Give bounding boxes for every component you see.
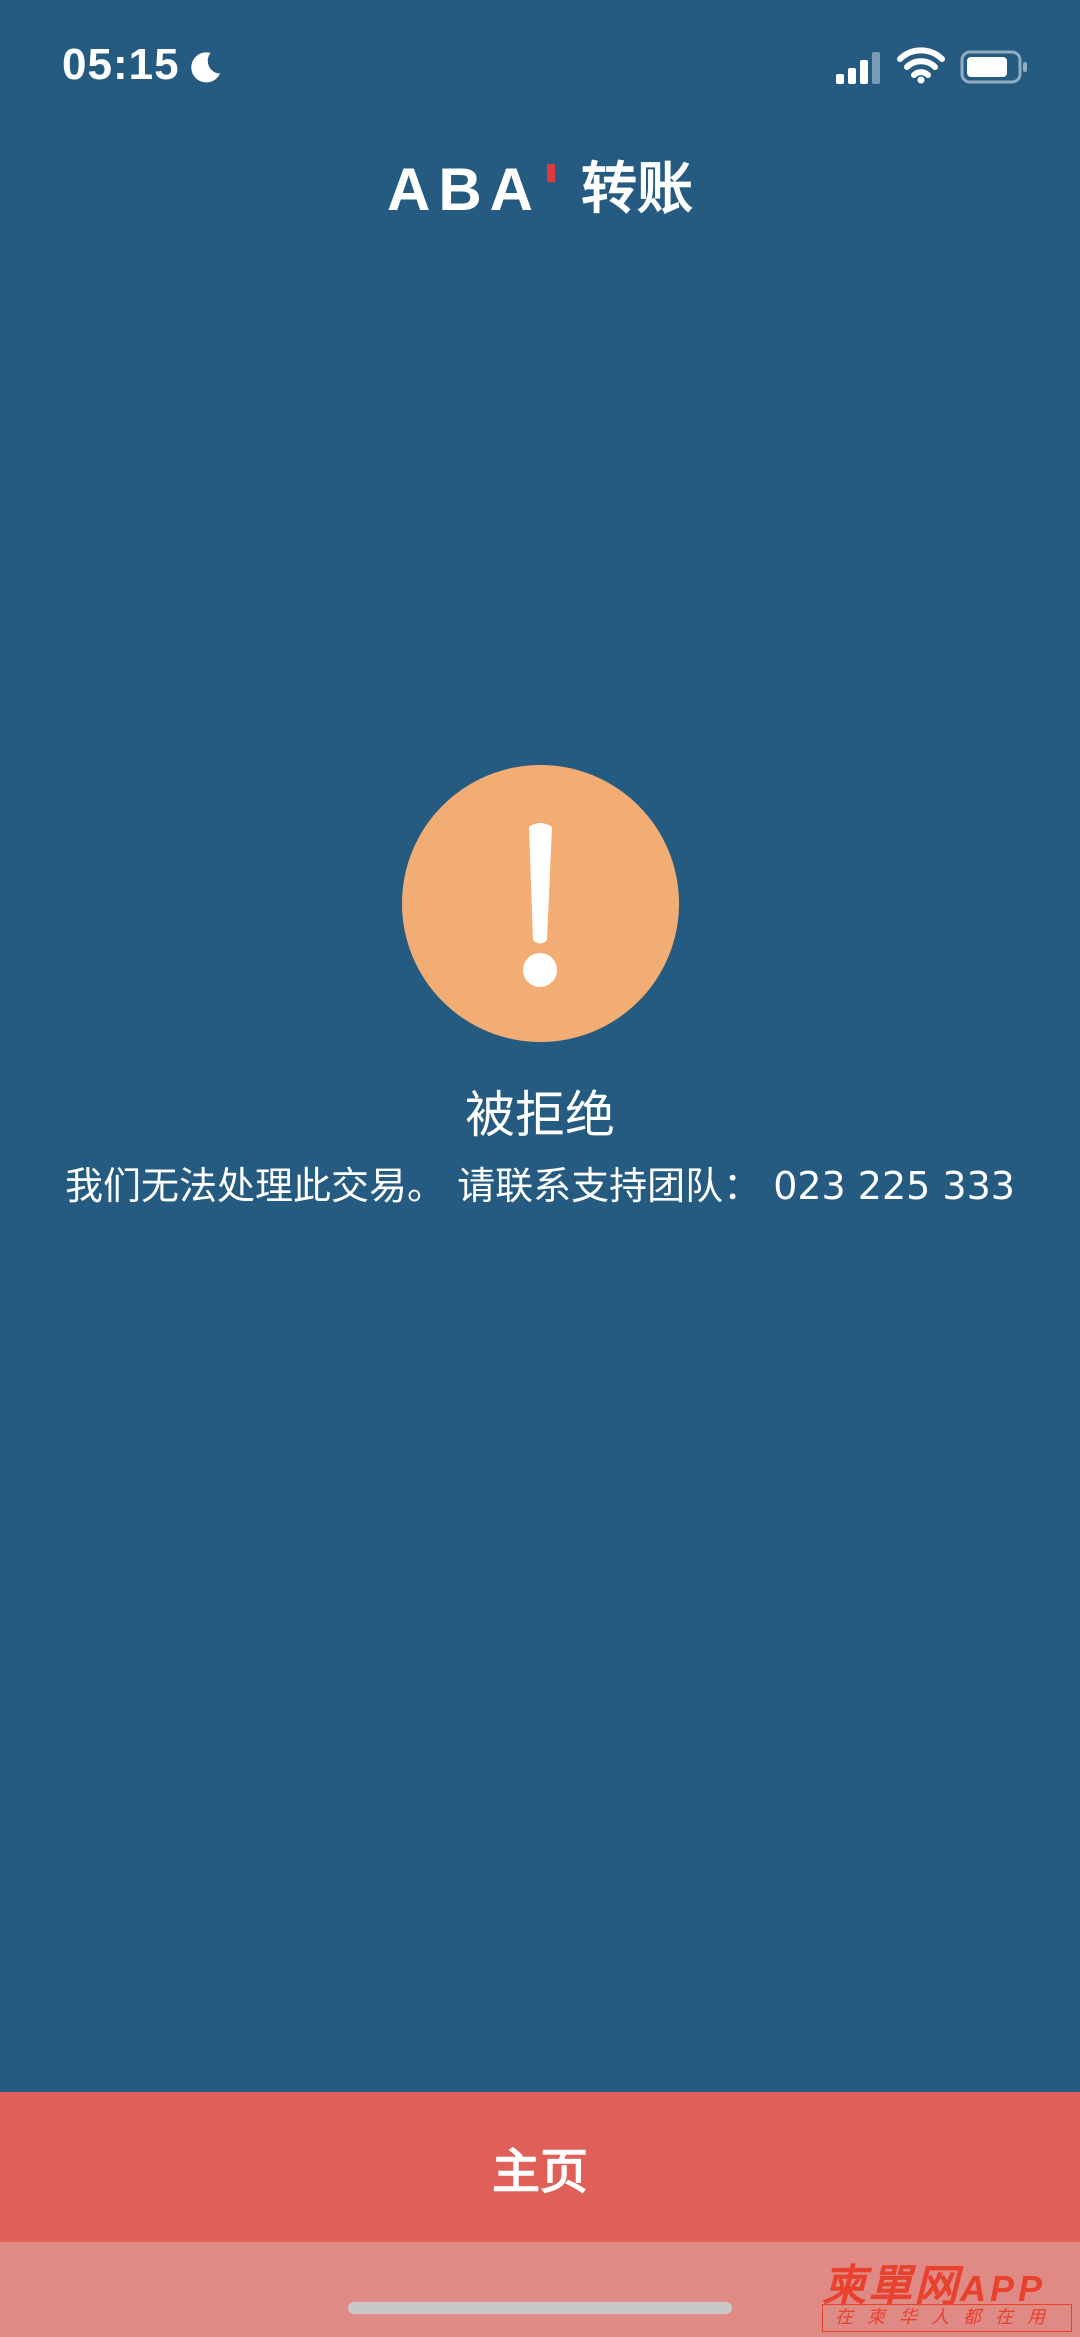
watermark-slogan: 在柬华人都在用 [822, 2304, 1072, 2332]
status-bar: 05:15 [0, 0, 1080, 130]
battery-icon [960, 50, 1027, 84]
status-time: 05:15 [62, 40, 180, 89]
watermark-logo: 柬單网APP 在柬华人都在用 [822, 2250, 1074, 2334]
page-title: 转账 [581, 157, 693, 222]
watermark-suffix: APP [960, 2268, 1047, 2309]
app-header: ABA 转账 [0, 150, 1080, 230]
transfer-result-screen: 05:15 ABA 转账 被拒绝 我们无法处理此交易。 请联系支持团队： 023… [0, 0, 1080, 2337]
logo-text: ABA [387, 156, 541, 223]
result-title: 被拒绝 [465, 1086, 615, 1144]
home-indicator[interactable] [348, 2302, 732, 2314]
logo-mark [547, 164, 555, 182]
home-button[interactable]: 主页 [0, 2092, 1080, 2242]
exclamation-icon [402, 765, 679, 1042]
signal-icon [836, 52, 880, 84]
wifi-icon [897, 47, 945, 84]
home-button-label: 主页 [491, 2144, 588, 2200]
aba-logo: ABA [387, 160, 555, 220]
result-message: 我们无法处理此交易。 请联系支持团队： 023 225 333 [65, 1164, 1015, 1208]
moon-icon [191, 52, 221, 83]
